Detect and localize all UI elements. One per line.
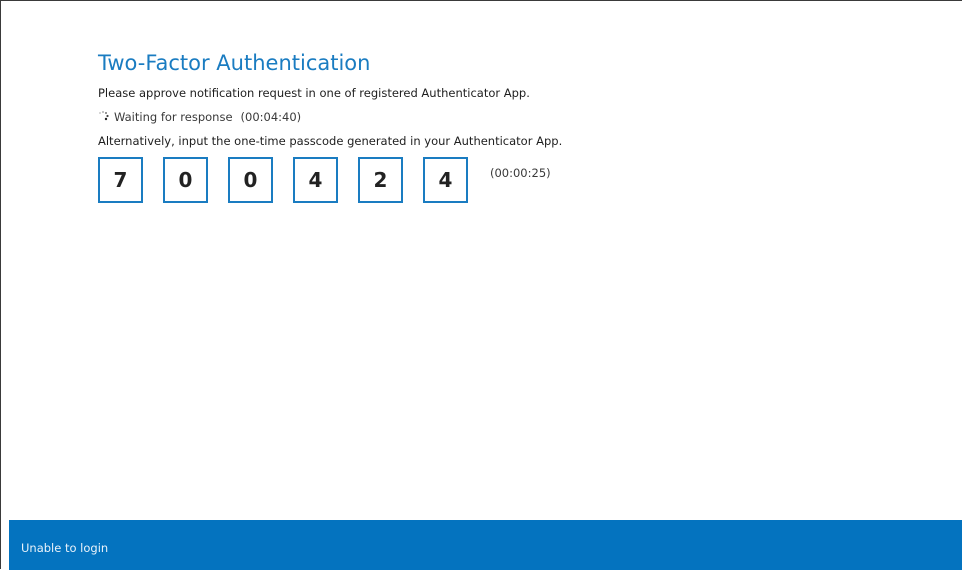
otp-timer: (00:00:25) (490, 166, 551, 180)
otp-digit-3[interactable]: 0 (228, 157, 273, 203)
two-factor-panel: Two-Factor Authentication Please approve… (98, 49, 942, 203)
otp-digit-2[interactable]: 0 (163, 157, 208, 203)
approval-instruction: Please approve notification request in o… (98, 86, 530, 100)
otp-digit-5[interactable]: 2 (358, 157, 403, 203)
footer-bar: Unable to login (9, 520, 962, 570)
window: Two-Factor Authentication Please approve… (0, 0, 962, 570)
otp-input-group: 7 0 0 4 2 4 (00:00:25) (98, 157, 942, 203)
otp-digit-4[interactable]: 4 (293, 157, 338, 203)
spinner-icon (98, 111, 110, 121)
unable-to-login-link[interactable]: Unable to login (21, 541, 108, 555)
otp-digit-6[interactable]: 4 (423, 157, 468, 203)
passcode-instruction: Alternatively, input the one-time passco… (98, 134, 563, 148)
page-title: Two-Factor Authentication (98, 51, 371, 75)
otp-digit-1[interactable]: 7 (98, 157, 143, 203)
waiting-status: Waiting for response (00:04:40) (98, 110, 942, 124)
waiting-timer: (00:04:40) (240, 110, 302, 124)
waiting-text: Waiting for response (114, 110, 233, 124)
